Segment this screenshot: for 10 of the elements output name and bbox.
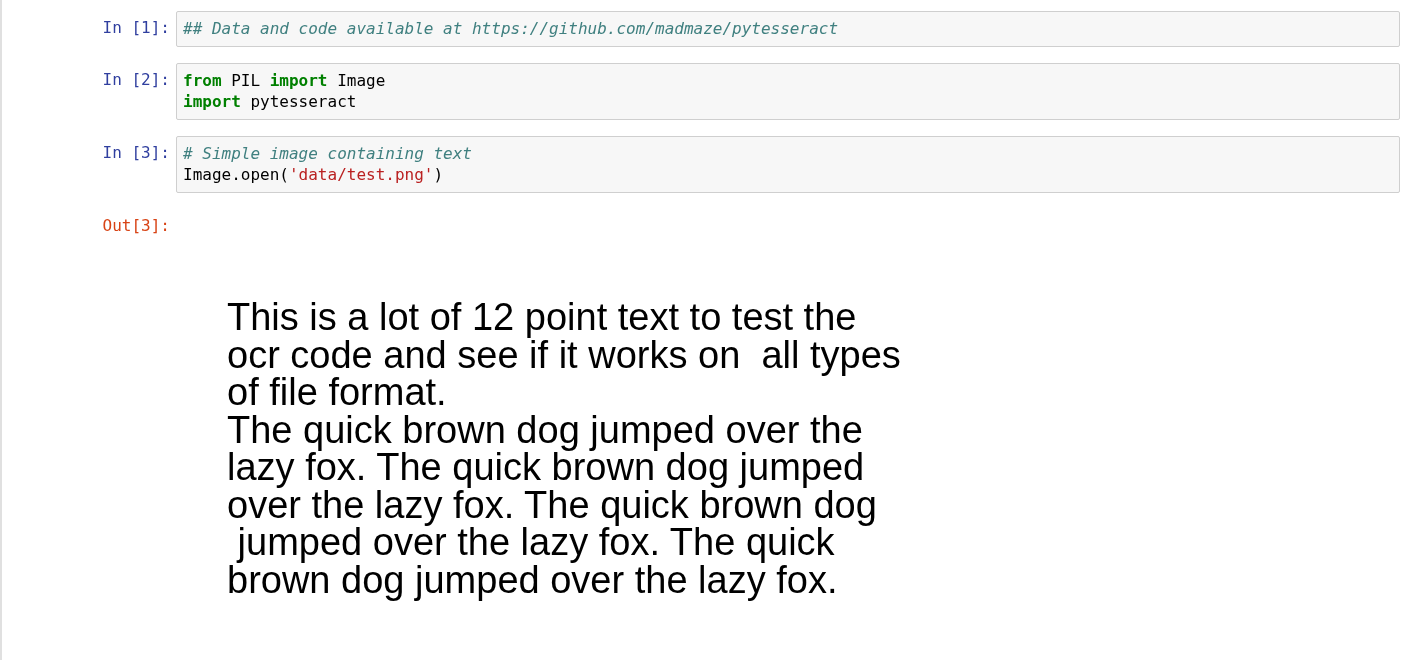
input-prompt: In [1]: <box>101 17 171 38</box>
image-text-line: The quick brown dog jumped over the <box>227 411 864 449</box>
input-prompt: In [3]: <box>101 142 171 163</box>
image-text-line: This is a lot of 12 point text to test the <box>227 299 858 337</box>
output-prompt: Out[3]: <box>101 215 171 236</box>
input-prompt: In [2]: <box>101 69 171 90</box>
code-cell[interactable]: # Simple image containing text Image.open('data/test.png') <box>176 136 1400 193</box>
image-text-line: of file format. <box>227 374 448 412</box>
code-cell[interactable]: from PIL import Image import pytesseract <box>176 63 1400 120</box>
code-cell[interactable]: ## Data and code available at https://github.com/madmaze/pytesseract <box>176 11 1400 47</box>
